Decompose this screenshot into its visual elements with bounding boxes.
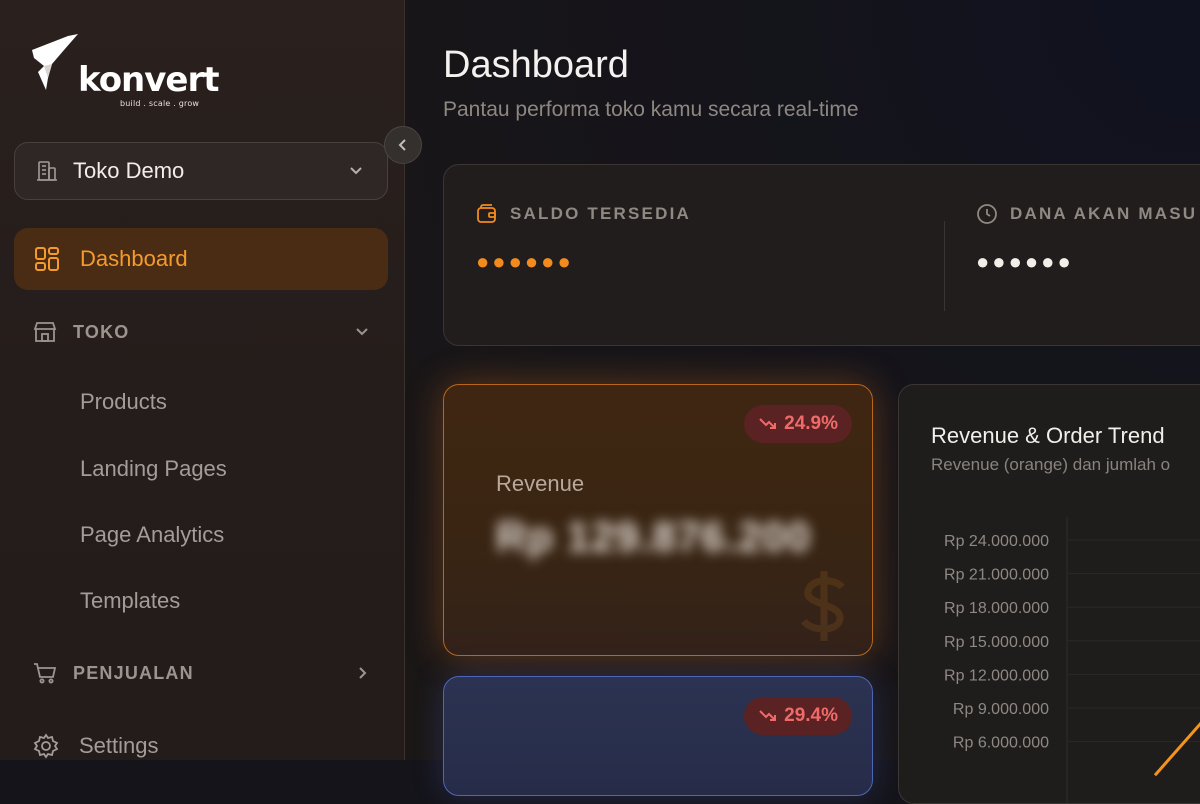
sidebar-item-label: Settings bbox=[79, 733, 159, 758]
sidebar-section-penjualan[interactable]: PENJUALAN bbox=[14, 653, 388, 693]
brand-logo[interactable]: konvert build . scale . grow bbox=[30, 30, 230, 112]
y-tick-label: Rp 18.000.000 bbox=[944, 600, 1049, 617]
balance-incoming-value: ●●●●●● bbox=[976, 249, 1074, 274]
revenue-series-line bbox=[1153, 721, 1200, 777]
store-icon bbox=[32, 319, 58, 345]
balance-card: SALDO TERSEDIA ●●●●●● DANA AKAN MASU ●●●… bbox=[443, 164, 1200, 346]
sidebar-collapse-button[interactable] bbox=[384, 126, 422, 164]
sidebar-item-label: Dashboard bbox=[80, 246, 188, 271]
balance-available-value: ●●●●●● bbox=[476, 249, 574, 274]
clock-icon bbox=[976, 203, 998, 225]
y-tick-label: Rp 9.000.000 bbox=[953, 701, 1049, 718]
change-badge: 24.9% bbox=[744, 405, 852, 443]
sidebar-item-products[interactable]: Products bbox=[80, 389, 167, 415]
sidebar: konvert build . scale . grow Toko Demo D… bbox=[0, 0, 405, 760]
change-badge: 29.4% bbox=[744, 697, 852, 735]
building-icon bbox=[35, 159, 59, 183]
y-tick-label: Rp 24.000.000 bbox=[944, 533, 1049, 550]
y-tick-label: Rp 12.000.000 bbox=[944, 667, 1049, 684]
chevron-down-icon bbox=[354, 324, 370, 345]
chart-plot: Rp 24.000.000 Rp 21.000.000 Rp 18.000.000 R… bbox=[944, 517, 1200, 803]
orders-card[interactable]: 29.4% bbox=[443, 676, 873, 796]
gear-icon bbox=[32, 732, 60, 760]
sidebar-item-page-analytics[interactable]: Page Analytics bbox=[80, 522, 224, 548]
revenue-label: Revenue bbox=[496, 471, 585, 496]
wallet-icon bbox=[476, 203, 498, 225]
page-subtitle: Pantau performa toko kamu secara real-ti… bbox=[443, 98, 859, 121]
main-content: Dashboard Pantau performa toko kamu seca… bbox=[405, 0, 1200, 804]
balance-incoming-label: DANA AKAN MASU bbox=[1010, 204, 1198, 223]
sidebar-item-templates[interactable]: Templates bbox=[80, 588, 180, 614]
sidebar-section-toko[interactable]: TOKO bbox=[14, 312, 388, 352]
y-tick-label: Rp 6.000.000 bbox=[953, 735, 1049, 752]
store-selector-label: Toko Demo bbox=[73, 158, 185, 183]
trend-down-icon bbox=[758, 708, 778, 724]
brand-tagline: build . scale . grow bbox=[120, 99, 200, 108]
divider bbox=[944, 221, 945, 311]
cart-icon bbox=[32, 660, 58, 686]
page-title: Dashboard bbox=[443, 44, 629, 86]
chevron-left-icon bbox=[398, 139, 406, 151]
store-selector[interactable]: Toko Demo bbox=[14, 142, 388, 200]
sidebar-item-dashboard[interactable]: Dashboard bbox=[14, 228, 388, 290]
trend-down-icon bbox=[758, 416, 778, 432]
balance-available-label: SALDO TERSEDIA bbox=[510, 204, 691, 223]
change-badge-value: 29.4% bbox=[784, 705, 838, 726]
revenue-order-chart: Revenue & Order Trend Revenue (orange) d… bbox=[898, 384, 1200, 804]
sidebar-item-landing-pages[interactable]: Landing Pages bbox=[80, 456, 227, 482]
sidebar-section-label: PENJUALAN bbox=[73, 662, 194, 683]
y-tick-label: Rp 21.000.000 bbox=[944, 567, 1049, 584]
balance-available: SALDO TERSEDIA bbox=[476, 203, 691, 225]
sidebar-item-settings[interactable]: Settings bbox=[14, 726, 388, 766]
dashboard-grid-icon bbox=[33, 245, 61, 273]
change-badge-value: 24.9% bbox=[784, 413, 838, 434]
chevron-down-icon bbox=[347, 162, 365, 185]
y-tick-label: Rp 15.000.000 bbox=[944, 634, 1049, 651]
dollar-icon bbox=[784, 565, 864, 645]
revenue-card[interactable]: 24.9% Revenue Rp 129.876.200 bbox=[443, 384, 873, 656]
balance-incoming: DANA AKAN MASU bbox=[976, 203, 1197, 225]
sidebar-section-label: TOKO bbox=[73, 321, 130, 342]
revenue-value: Rp 129.876.200 bbox=[496, 513, 812, 560]
brand-name: konvert bbox=[78, 60, 220, 100]
chevron-right-icon bbox=[354, 665, 370, 686]
